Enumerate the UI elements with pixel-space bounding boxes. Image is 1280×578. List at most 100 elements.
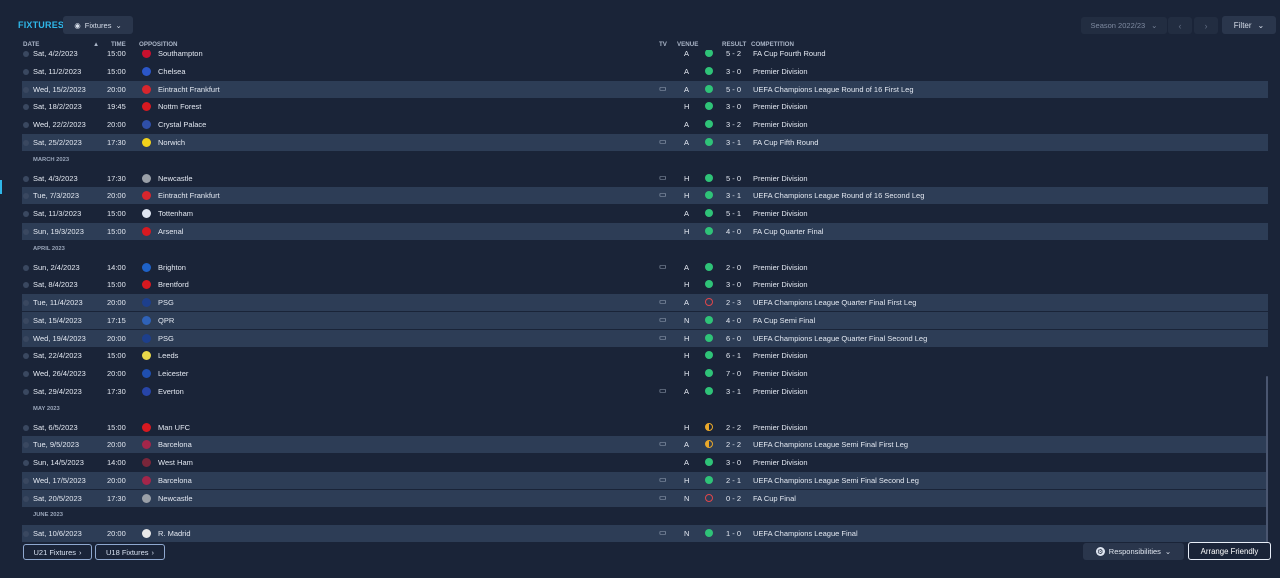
view-selector-button[interactable]: ◉ Fixtures ⌄ <box>63 16 133 34</box>
row-select-dot[interactable] <box>23 531 29 538</box>
fixture-score[interactable]: 6 - 0 <box>726 334 741 343</box>
fixture-row[interactable]: Sat, 18/2/2023 19:45 Nottm Forest H 3 - 0 Pre… <box>22 98 1268 115</box>
column-result[interactable]: RESULT <box>722 41 746 48</box>
row-select-dot[interactable] <box>23 495 29 502</box>
row-select-dot[interactable] <box>23 477 29 484</box>
fixture-row[interactable]: Wed, 17/5/2023 20:00 Barcelona ▭ H 2 - 1 UEFA … <box>22 471 1268 489</box>
fixture-row[interactable]: Sat, 29/4/2023 17:30 Everton ▭ A 3 - 1 Premier… <box>22 383 1268 400</box>
row-select-dot[interactable] <box>23 175 29 182</box>
fixture-row[interactable]: Sat, 4/3/2023 17:30 Newcastle ▭ H 5 - 0 Premie… <box>22 170 1268 187</box>
fixture-row[interactable]: Tue, 7/3/2023 20:00 Eintracht Frankfurt ▭ H 3… <box>22 187 1268 205</box>
fixture-opponent[interactable]: QPR <box>158 316 174 325</box>
fixture-opponent[interactable]: Eintracht Frankfurt <box>158 191 220 200</box>
filter-button[interactable]: Filter ⌄ <box>1222 16 1276 34</box>
fixture-opponent[interactable]: Norwich <box>158 138 185 147</box>
row-select-dot[interactable] <box>23 282 29 289</box>
fixture-opponent[interactable]: PSG <box>158 334 174 343</box>
row-select-dot[interactable] <box>23 442 29 449</box>
fixture-score[interactable]: 3 - 1 <box>726 387 741 396</box>
fixture-score[interactable]: 2 - 2 <box>726 423 741 432</box>
row-select-dot[interactable] <box>23 264 29 271</box>
fixture-score[interactable]: 5 - 1 <box>726 209 741 218</box>
row-select-dot[interactable] <box>23 104 29 111</box>
fixture-row[interactable]: Tue, 9/5/2023 20:00 Barcelona ▭ A 2 - 2 UEFA C… <box>22 436 1268 454</box>
fixture-opponent[interactable]: Nottm Forest <box>158 102 201 111</box>
fixture-score[interactable]: 3 - 1 <box>726 191 741 200</box>
fixture-score[interactable]: 3 - 1 <box>726 138 741 147</box>
fixture-score[interactable]: 3 - 0 <box>726 102 741 111</box>
fixture-score[interactable]: 5 - 0 <box>726 85 741 94</box>
row-select-dot[interactable] <box>23 317 29 324</box>
fixture-row[interactable]: Wed, 19/4/2023 20:00 PSG ▭ H 6 - 0 UEFA Champi… <box>22 329 1268 347</box>
row-select-dot[interactable] <box>23 228 29 235</box>
row-select-dot[interactable] <box>23 211 29 217</box>
fixture-row[interactable]: Sat, 15/4/2023 17:15 QPR ▭ N 4 - 0 FA Cup Semi… <box>22 311 1268 329</box>
fixture-opponent[interactable]: Brentford <box>158 280 189 289</box>
fixture-opponent[interactable]: Crystal Palace <box>158 120 206 129</box>
fixture-row[interactable]: Wed, 26/4/2023 20:00 Leicester H 7 - 0 Premie… <box>22 365 1268 382</box>
fixture-opponent[interactable]: Brighton <box>158 263 186 272</box>
fixture-score[interactable]: 2 - 2 <box>726 440 741 449</box>
fixture-score[interactable]: 3 - 2 <box>726 120 741 129</box>
fixture-score[interactable]: 2 - 3 <box>726 298 741 307</box>
fixture-score[interactable]: 3 - 0 <box>726 458 741 467</box>
fixture-score[interactable]: 1 - 0 <box>726 529 741 538</box>
fixture-row[interactable]: Sat, 20/5/2023 17:30 Newcastle ▭ N 0 - 2 FA Cu… <box>22 489 1268 507</box>
fixture-score[interactable]: 2 - 0 <box>726 263 741 272</box>
fixture-row[interactable]: Sat, 11/2/2023 15:00 Chelsea A 3 - 0 Premier … <box>22 63 1268 80</box>
fixture-score[interactable]: 4 - 0 <box>726 227 741 236</box>
fixture-opponent[interactable]: Everton <box>158 387 184 396</box>
fixture-row[interactable]: Sat, 6/5/2023 15:00 Man UFC H 2 - 2 Premier D… <box>22 419 1268 436</box>
fixture-row[interactable]: Wed, 15/2/2023 20:00 Eintracht Frankfurt ▭ A… <box>22 80 1268 98</box>
next-season-button[interactable]: › <box>1194 17 1218 34</box>
fixture-score[interactable]: 5 - 0 <box>726 174 741 183</box>
fixture-opponent[interactable]: Man UFC <box>158 423 190 432</box>
row-select-dot[interactable] <box>23 424 29 431</box>
row-select-dot[interactable] <box>23 139 29 146</box>
row-select-dot[interactable] <box>23 371 29 377</box>
fixture-opponent[interactable]: Leicester <box>158 369 188 378</box>
fixture-row[interactable]: Tue, 11/4/2023 20:00 PSG ▭ A 2 - 3 UEFA Champi… <box>22 294 1268 311</box>
fixture-score[interactable]: 5 - 2 <box>726 50 741 58</box>
fixture-opponent[interactable]: Newcastle <box>158 494 193 503</box>
fixture-opponent[interactable]: Barcelona <box>158 476 192 485</box>
fixture-score[interactable]: 0 - 2 <box>726 494 741 503</box>
column-tv[interactable]: TV <box>659 41 667 48</box>
row-select-dot[interactable] <box>23 51 29 57</box>
season-selector[interactable]: Season 2022/23 ⌄ <box>1081 17 1167 34</box>
fixture-score[interactable]: 3 - 0 <box>726 280 741 289</box>
arrange-friendly-button[interactable]: Arrange Friendly <box>1188 542 1271 560</box>
row-select-dot[interactable] <box>23 353 29 360</box>
fixture-opponent[interactable]: PSG <box>158 298 174 307</box>
u21-fixtures-button[interactable]: U21 Fixtures › <box>23 544 92 560</box>
fixture-row[interactable]: Sat, 4/2/2023 15:00 Southampton A 5 - 2 FA Cu… <box>22 50 1268 62</box>
fixture-opponent[interactable]: R. Madrid <box>158 529 191 538</box>
fixture-row[interactable]: Sun, 19/3/2023 15:00 Arsenal H 4 - 0 FA Cup Q… <box>22 222 1268 240</box>
fixture-row[interactable]: Sun, 14/5/2023 14:00 West Ham A 3 - 0 Premier… <box>22 454 1268 471</box>
fixture-score[interactable]: 3 - 0 <box>726 67 741 76</box>
previous-season-button[interactable]: ‹ <box>1168 17 1192 34</box>
fixture-row[interactable]: Sat, 22/4/2023 15:00 Leeds H 6 - 1 Premier Di… <box>22 347 1268 364</box>
column-date[interactable]: DATE <box>23 41 39 48</box>
row-select-dot[interactable] <box>23 86 29 93</box>
column-time[interactable]: TIME <box>111 41 126 48</box>
fixture-row[interactable]: Sat, 8/4/2023 15:00 Brentford H 3 - 0 Premier… <box>22 276 1268 293</box>
fixture-opponent[interactable]: Chelsea <box>158 67 186 76</box>
fixture-opponent[interactable]: Eintracht Frankfurt <box>158 85 220 94</box>
row-select-dot[interactable] <box>23 193 29 200</box>
row-select-dot[interactable] <box>23 460 29 466</box>
u18-fixtures-button[interactable]: U18 Fixtures › <box>95 544 165 560</box>
fixture-score[interactable]: 2 - 1 <box>726 476 741 485</box>
fixture-opponent[interactable]: Arsenal <box>158 227 183 236</box>
fixture-row[interactable]: Wed, 22/2/2023 20:00 Crystal Palace A 3 - 2 P… <box>22 116 1268 133</box>
fixture-opponent[interactable]: West Ham <box>158 458 193 467</box>
column-venue[interactable]: VENUE <box>677 41 698 48</box>
row-select-dot[interactable] <box>23 122 29 128</box>
row-select-dot[interactable] <box>23 68 29 75</box>
row-select-dot[interactable] <box>23 300 29 306</box>
column-competition[interactable]: COMPETITION <box>751 41 794 48</box>
column-opposition[interactable]: OPPOSITION <box>139 41 178 48</box>
fixture-row[interactable]: Sat, 10/6/2023 20:00 R. Madrid ▭ N 1 - 0 UEFA … <box>22 525 1268 543</box>
responsibilities-button[interactable]: ⚙ Responsibilities ⌄ <box>1083 543 1184 560</box>
fixture-score[interactable]: 7 - 0 <box>726 369 741 378</box>
